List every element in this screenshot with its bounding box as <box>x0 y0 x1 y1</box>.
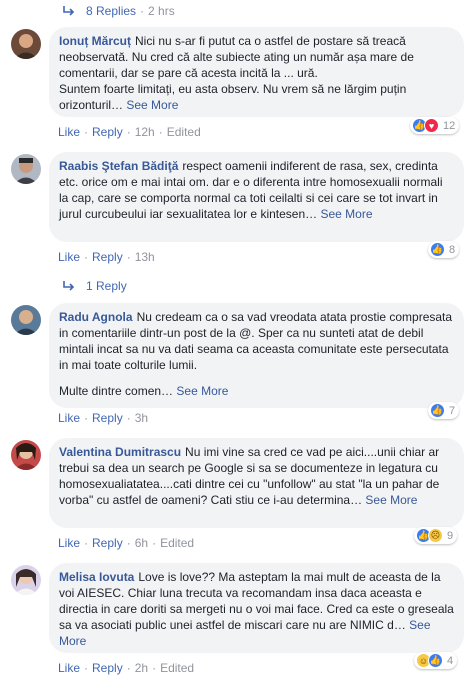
reactions-summary[interactable]: 👍 ♥ 12 <box>410 117 460 134</box>
comment-actions: Like · Reply · 3h <box>58 411 149 425</box>
avatar[interactable] <box>11 440 41 470</box>
reply-button[interactable]: Reply <box>92 536 123 550</box>
comment-bubble: Valentina Dumitrascu Nu imi vine sa cred … <box>49 438 464 528</box>
like-reaction-icon: 👍 <box>428 653 443 668</box>
like-reaction-icon: 👍 <box>430 403 445 418</box>
edited-label[interactable]: Edited <box>160 661 194 675</box>
reaction-count: 7 <box>449 404 456 417</box>
comment-actions: Like · Reply · 2h · Edited <box>58 661 195 675</box>
comment-actions: Like · Reply · 13h <box>58 250 155 264</box>
see-more-link[interactable]: See More <box>126 98 178 112</box>
avatar[interactable] <box>11 154 41 184</box>
separator: · <box>140 4 145 18</box>
reply-button[interactable]: Reply <box>92 411 123 425</box>
reply-arrow-icon <box>63 6 75 16</box>
author-name[interactable]: Raabis Ştefan Bădiţă <box>59 159 178 173</box>
replies-count[interactable]: 8 Replies <box>86 4 136 18</box>
comment-text-2: Suntem foarte limitați, eu asta observ. … <box>59 82 407 112</box>
comment-time[interactable]: 13h <box>135 250 155 264</box>
comment-bubble: Ionuț Mărcuț Nici nu s-ar fi putut ca o a… <box>49 27 464 117</box>
comment-bubble: Raabis Ştefan Bădiţă respect oamenii indi… <box>49 152 464 242</box>
replies-time: 2 hrs <box>148 4 175 18</box>
see-more-link[interactable]: See More <box>176 384 228 398</box>
edited-label[interactable]: Edited <box>167 125 201 139</box>
like-button[interactable]: Like <box>58 536 80 550</box>
reply-button[interactable]: Reply <box>92 250 123 264</box>
author-name[interactable]: Melisa Iovuta <box>59 570 134 584</box>
comment-text-2: Multe dintre comen… <box>59 384 174 398</box>
reaction-count: 4 <box>447 654 454 667</box>
comment-time[interactable]: 12h <box>135 125 155 139</box>
avatar[interactable] <box>11 565 41 595</box>
see-more-link[interactable]: See More <box>320 207 372 221</box>
like-button[interactable]: Like <box>58 125 80 139</box>
author-name[interactable]: Valentina Dumitrascu <box>59 445 181 459</box>
sad-reaction-icon: ☹ <box>428 528 443 543</box>
reactions-summary[interactable]: 👍 8 <box>428 241 460 258</box>
edited-label[interactable]: Edited <box>160 536 194 550</box>
reactions-summary[interactable]: 👍 ☹ 9 <box>414 527 458 544</box>
reply-button[interactable]: Reply <box>92 661 123 675</box>
like-reaction-icon: 👍 <box>430 242 445 257</box>
replies-count[interactable]: 1 Reply <box>86 279 127 293</box>
love-reaction-icon: ♥ <box>424 118 439 133</box>
avatar[interactable] <box>11 305 41 335</box>
like-button[interactable]: Like <box>58 661 80 675</box>
like-button[interactable]: Like <box>58 250 80 264</box>
comment-actions: Like · Reply · 12h · Edited <box>58 125 201 139</box>
comment-time[interactable]: 3h <box>135 411 148 425</box>
reply-arrow-icon <box>63 281 75 291</box>
author-name[interactable]: Radu Agnola <box>59 310 133 324</box>
comment-bubble: Melisa Iovuta Love is love?? Ma asteptam … <box>49 563 464 653</box>
reaction-count: 12 <box>443 119 456 132</box>
avatar[interactable] <box>11 29 41 59</box>
view-replies-link[interactable]: 8 Replies · 2 hrs <box>62 4 175 18</box>
comment-time[interactable]: 2h <box>135 661 148 675</box>
reaction-count: 9 <box>447 529 454 542</box>
reaction-count: 8 <box>449 243 456 256</box>
reactions-summary[interactable]: 👍 7 <box>428 402 460 419</box>
reply-button[interactable]: Reply <box>92 125 123 139</box>
author-name[interactable]: Ionuț Mărcuț <box>59 34 131 48</box>
comment-time[interactable]: 6h <box>135 536 148 550</box>
comment-bubble: Radu Agnola Nu credeam ca o sa vad vreoda… <box>49 303 464 408</box>
reactions-summary[interactable]: ☺ 👍 4 <box>414 652 458 669</box>
comment-actions: Like · Reply · 6h · Edited <box>58 536 195 550</box>
like-button[interactable]: Like <box>58 411 80 425</box>
see-more-link[interactable]: See More <box>365 493 417 507</box>
view-replies-link[interactable]: 1 Reply <box>62 279 127 293</box>
